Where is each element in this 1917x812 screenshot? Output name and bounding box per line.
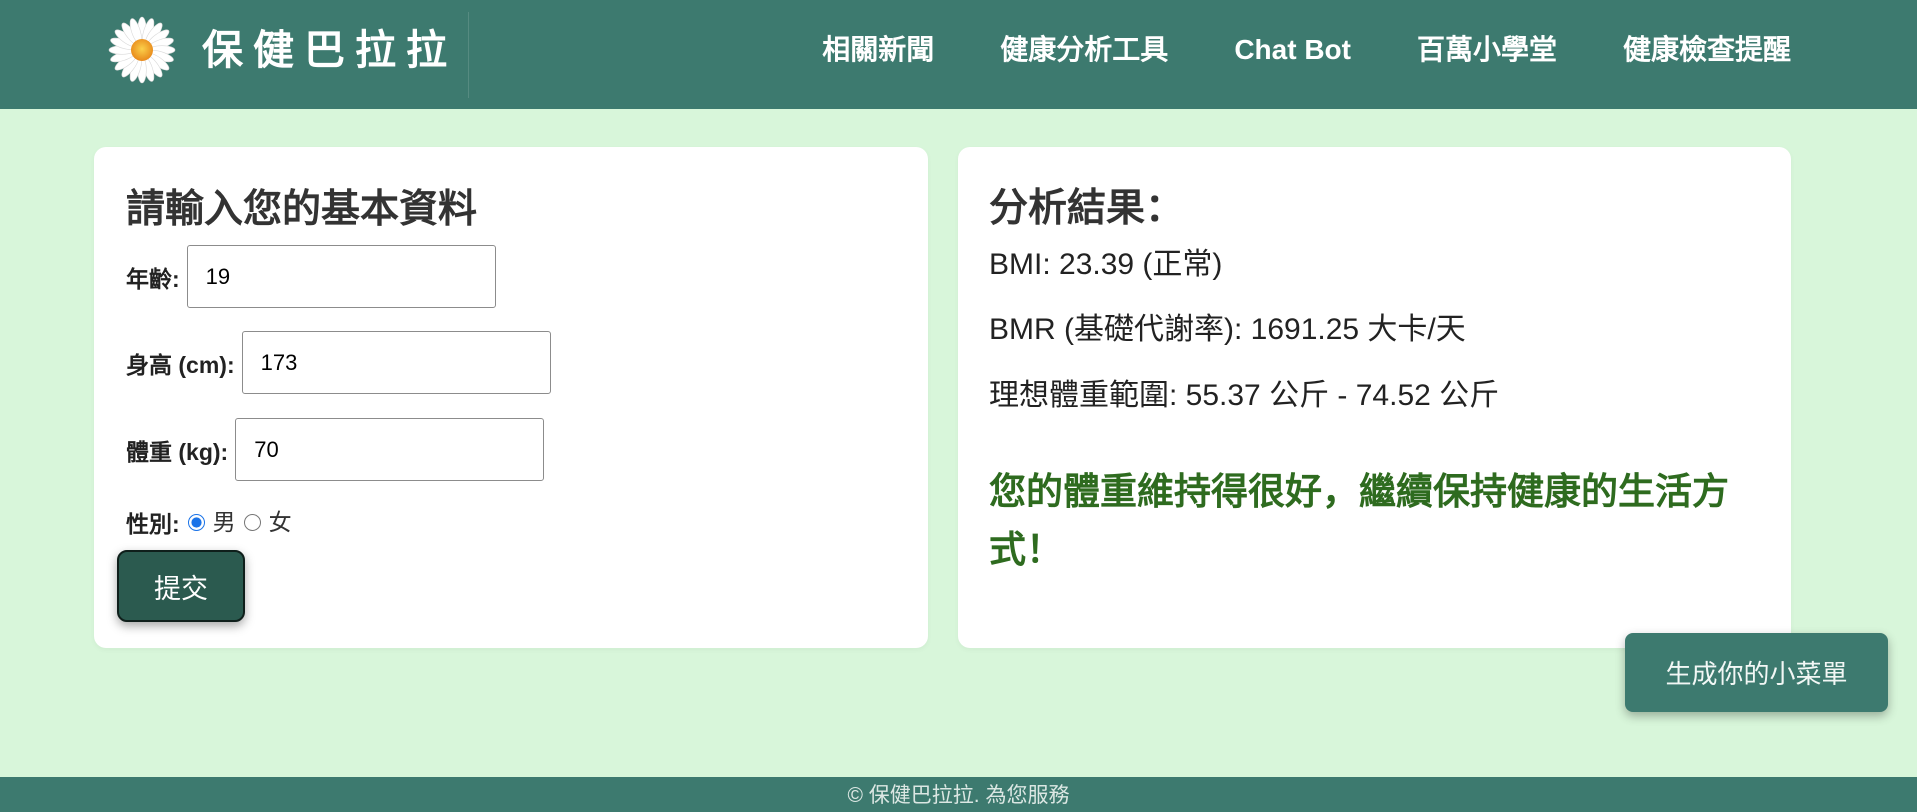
submit-button[interactable]: 提交 (117, 550, 245, 622)
nav-link-checkup-reminder[interactable]: 健康檢查提醒 (1623, 30, 1791, 70)
weight-input[interactable] (235, 418, 545, 481)
footer-copyright: © 保健巴拉拉. 為您服務 (847, 784, 1070, 807)
nav-link-health-tools[interactable]: 健康分析工具 (1000, 30, 1168, 70)
header-divider (468, 12, 469, 98)
health-advice-message: 您的體重維持得很好，繼續保持健康的生活方式！ (989, 471, 1729, 570)
site-header: 保健巴拉拉 相關新聞 健康分析工具 Chat Bot 百萬小學堂 健康檢查提醒 (0, 0, 1917, 109)
gender-radio-female[interactable] (243, 513, 261, 531)
bmr-result: BMR (基礎代謝率): 1691.25 大卡/天 (989, 313, 1466, 346)
gender-radio-male[interactable] (187, 513, 205, 531)
weight-field-row: 體重 (kg): (126, 418, 896, 481)
home-logo-link[interactable]: 保健巴拉拉 (0, 0, 470, 109)
nav-link-quiz[interactable]: 百萬小學堂 (1417, 30, 1557, 70)
site-footer: © 保健巴拉拉. 為您服務 (0, 777, 1917, 812)
age-field-row: 年齡: (126, 245, 896, 308)
gender-label: 性別: (126, 511, 180, 537)
nav-link-news[interactable]: 相關新聞 (822, 30, 934, 70)
site-logo-text: 保健巴拉拉 (202, 26, 457, 74)
weight-label: 體重 (kg): (126, 438, 229, 465)
ideal-weight-result: 理想體重範圍: 55.37 公斤 - 74.52 公斤 (989, 379, 1500, 412)
height-field-row: 身高 (cm): (126, 331, 896, 394)
height-input[interactable] (241, 331, 551, 394)
generate-menu-button[interactable]: 生成你的小菜單 (1625, 633, 1888, 712)
form-title: 請輸入您的基本資料 (126, 188, 478, 231)
gender-option-male-label[interactable]: 男 (213, 507, 236, 537)
age-label: 年齡: (126, 265, 180, 292)
gender-option-female-label[interactable]: 女 (269, 507, 292, 537)
bmi-result: BMI: 23.39 (正常) (989, 248, 1223, 281)
height-label: 身高 (cm): (126, 351, 235, 378)
gender-field-row: 性別: 男 女 (126, 507, 896, 537)
basic-info-card: 請輸入您的基本資料 年齡: 身高 (cm): 體重 (kg): 性別: 男 女 … (94, 147, 928, 648)
main-nav: 相關新聞 健康分析工具 Chat Bot 百萬小學堂 健康檢查提醒 (822, 30, 1791, 70)
result-title: 分析結果： (989, 187, 1185, 230)
age-input[interactable] (186, 245, 496, 308)
daisy-icon (107, 15, 177, 85)
analysis-result-card: 分析結果： BMI: 23.39 (正常) BMR (基礎代謝率): 1691.… (958, 147, 1791, 648)
nav-link-chat-bot[interactable]: Chat Bot (1234, 30, 1351, 70)
